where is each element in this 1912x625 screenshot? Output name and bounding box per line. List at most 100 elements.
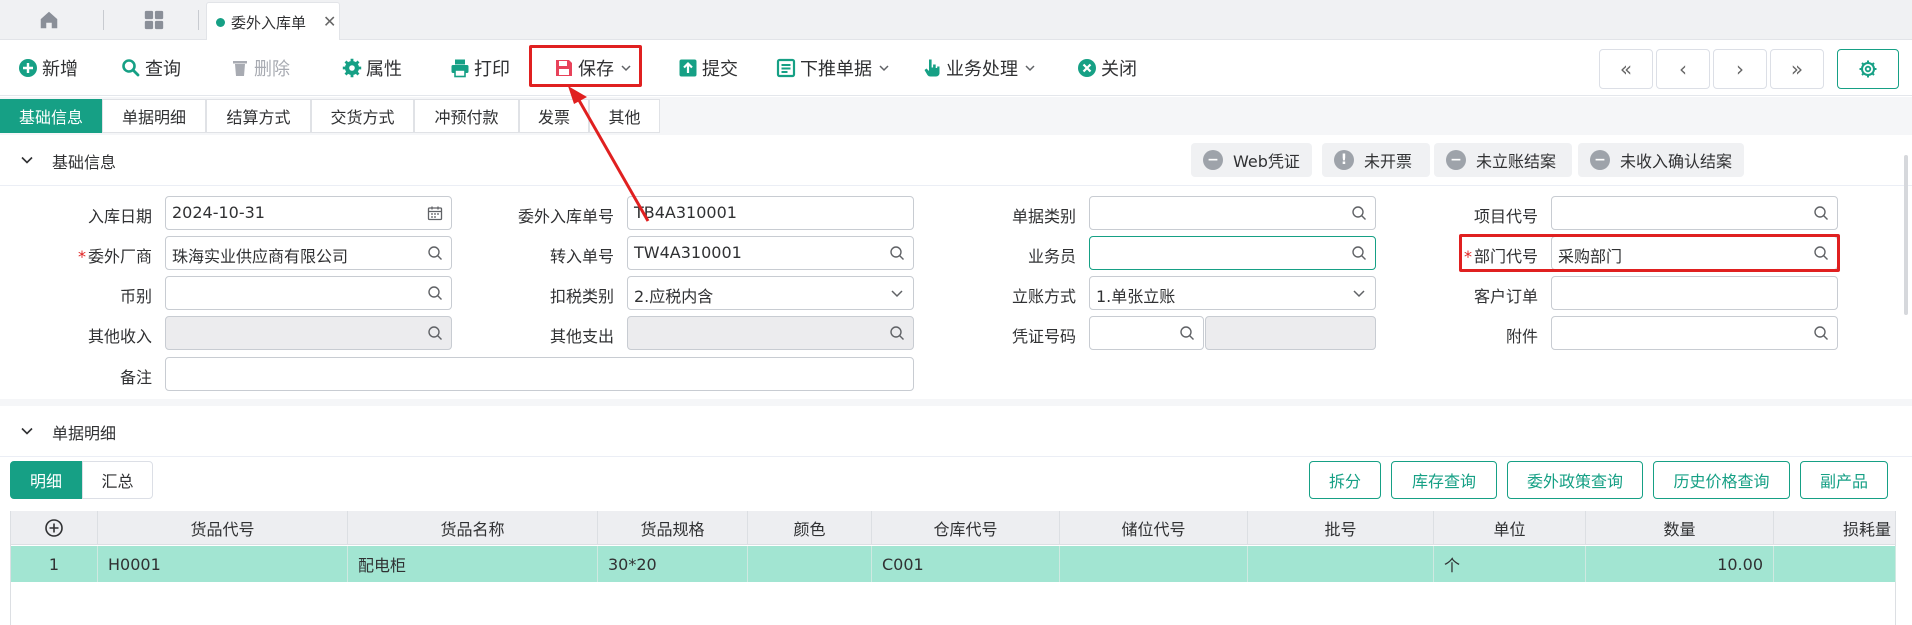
tab-basic-info[interactable]: 基础信息 bbox=[0, 99, 102, 133]
inventory-query-button[interactable]: 库存查询 bbox=[1391, 461, 1497, 499]
column-header-color[interactable]: 颜色 bbox=[748, 511, 872, 545]
query-button[interactable]: 查询 bbox=[121, 52, 181, 84]
table-cell-item-name[interactable]: 配电柜 bbox=[348, 546, 598, 582]
byproduct-button[interactable]: 副产品 bbox=[1800, 461, 1888, 499]
account-method-select[interactable]: 1.单张立账 bbox=[1089, 276, 1376, 310]
gear-icon bbox=[342, 58, 362, 78]
column-header-unit[interactable]: 单位 bbox=[1434, 511, 1586, 545]
doc-type-field[interactable] bbox=[1089, 196, 1376, 230]
status-revenue-not-confirmed[interactable]: − 未收入确认结案 bbox=[1578, 143, 1744, 177]
close-button[interactable]: 关闭 bbox=[1077, 52, 1137, 84]
column-header-item-name[interactable]: 货品名称 bbox=[348, 511, 598, 545]
print-button[interactable]: 打印 bbox=[450, 52, 510, 84]
table-cell-qty[interactable]: 10.00 bbox=[1586, 546, 1774, 582]
project-code-label: 项目代号 bbox=[1473, 207, 1538, 226]
tab-delivery[interactable]: 交货方式 bbox=[311, 99, 414, 133]
close-tab-icon[interactable]: ✕ bbox=[323, 12, 336, 31]
push-down-button[interactable]: 下推单据 bbox=[776, 52, 890, 84]
add-button[interactable]: 新增 bbox=[18, 52, 78, 84]
table-cell-warehouse[interactable]: C001 bbox=[872, 546, 1060, 582]
submit-button[interactable]: 提交 bbox=[678, 52, 738, 84]
annotation-dept-highlight bbox=[1459, 234, 1840, 272]
price-history-query-button[interactable]: 历史价格查询 bbox=[1653, 461, 1790, 499]
business-process-button[interactable]: 业务处理 bbox=[922, 52, 1036, 84]
search-icon[interactable] bbox=[1179, 325, 1195, 341]
column-header-warehouse[interactable]: 仓库代号 bbox=[872, 511, 1060, 545]
inbound-date-label: 入库日期 bbox=[87, 207, 152, 226]
next-record-button[interactable]: › bbox=[1713, 49, 1767, 89]
chevron-down-icon[interactable] bbox=[20, 424, 34, 438]
add-label: 新增 bbox=[42, 59, 78, 80]
column-header-item-code[interactable]: 货品代号 bbox=[98, 511, 348, 545]
vertical-scrollbar[interactable] bbox=[1904, 155, 1908, 315]
doc-type-label: 单据类别 bbox=[1011, 207, 1076, 226]
status-not-invoiced[interactable]: ! 未开票 bbox=[1322, 143, 1430, 177]
currency-field[interactable] bbox=[165, 276, 452, 310]
table-cell-location[interactable] bbox=[1060, 546, 1248, 582]
search-icon[interactable] bbox=[1351, 205, 1367, 221]
voucher-no-field[interactable] bbox=[1089, 316, 1204, 350]
calendar-icon[interactable] bbox=[427, 205, 443, 221]
table-cell-loss[interactable] bbox=[1774, 546, 1896, 582]
status-web-voucher[interactable]: − Web凭证 bbox=[1191, 143, 1312, 177]
column-header-location[interactable]: 储位代号 bbox=[1060, 511, 1248, 545]
transfer-no-field[interactable]: TW4A310001 bbox=[627, 236, 914, 270]
last-record-button[interactable]: » bbox=[1770, 49, 1824, 89]
properties-button[interactable]: 属性 bbox=[342, 52, 402, 84]
trash-icon bbox=[233, 61, 247, 76]
exclamation-circle-icon: ! bbox=[1334, 150, 1354, 170]
previous-record-button[interactable]: ‹ bbox=[1656, 49, 1710, 89]
salesman-field[interactable] bbox=[1089, 236, 1376, 270]
search-icon[interactable] bbox=[1813, 325, 1829, 341]
table-cell-color[interactable] bbox=[748, 546, 872, 582]
table-cell-unit[interactable]: 个 bbox=[1434, 546, 1586, 582]
tab-summary[interactable]: 汇总 bbox=[82, 461, 153, 499]
vendor-field[interactable]: 珠海实业供应商有限公司 bbox=[165, 236, 452, 270]
column-header-batch[interactable]: 批号 bbox=[1248, 511, 1434, 545]
search-icon[interactable] bbox=[1813, 205, 1829, 221]
status-label: 未立账结案 bbox=[1476, 152, 1557, 171]
table-cell-batch[interactable] bbox=[1248, 546, 1434, 582]
tab-settlement[interactable]: 结算方式 bbox=[206, 99, 311, 133]
add-row-header[interactable] bbox=[11, 511, 98, 545]
other-expense-field bbox=[627, 316, 914, 350]
search-icon[interactable] bbox=[1351, 245, 1367, 261]
tab-outsource-inbound[interactable]: 委外入库单 ✕ bbox=[206, 2, 340, 40]
tab-prepayment-offset[interactable]: 冲预付款 bbox=[414, 99, 519, 133]
plus-circle-icon[interactable] bbox=[44, 518, 64, 538]
column-header-qty[interactable]: 数量 bbox=[1586, 511, 1774, 545]
home-icon[interactable] bbox=[38, 9, 60, 31]
project-code-field[interactable] bbox=[1551, 196, 1838, 230]
chevron-down-icon[interactable] bbox=[878, 62, 890, 74]
customer-order-field[interactable] bbox=[1551, 276, 1838, 310]
tax-type-select[interactable]: 2.应税内含 bbox=[627, 276, 914, 310]
settings-button[interactable] bbox=[1837, 49, 1899, 89]
column-header-loss[interactable]: 损耗量 bbox=[1774, 511, 1896, 545]
chevron-down-icon[interactable] bbox=[1024, 62, 1036, 74]
active-dot-icon bbox=[216, 18, 225, 27]
search-icon[interactable] bbox=[427, 245, 443, 261]
delete-button[interactable]: 删除 bbox=[230, 52, 290, 84]
tab-detail[interactable]: 明细 bbox=[10, 461, 82, 499]
chevron-down-icon[interactable] bbox=[20, 153, 34, 167]
tab-doc-detail[interactable]: 单据明细 bbox=[102, 99, 206, 133]
search-icon[interactable] bbox=[889, 245, 905, 261]
remark-field[interactable] bbox=[165, 357, 914, 391]
detail-section-header[interactable]: 单据明细 bbox=[0, 407, 1912, 457]
column-header-spec[interactable]: 货品规格 bbox=[598, 511, 748, 545]
inbound-date-field[interactable]: 2024-10-31 bbox=[165, 196, 452, 230]
split-button[interactable]: 拆分 bbox=[1309, 461, 1381, 499]
order-no-field[interactable]: TB4A310001 bbox=[627, 196, 914, 230]
apps-grid-icon[interactable] bbox=[143, 9, 165, 31]
table-row-index[interactable]: 1 bbox=[11, 546, 98, 582]
table-cell-item-code[interactable]: H0001 bbox=[98, 546, 348, 582]
first-record-button[interactable]: « bbox=[1599, 49, 1653, 89]
section-divider bbox=[0, 399, 1912, 406]
status-account-not-closed[interactable]: − 未立账结案 bbox=[1434, 143, 1572, 177]
search-icon[interactable] bbox=[427, 285, 443, 301]
chevron-down-icon[interactable] bbox=[1351, 285, 1367, 301]
attachment-field[interactable] bbox=[1551, 316, 1838, 350]
outsource-policy-query-button[interactable]: 委外政策查询 bbox=[1507, 461, 1643, 499]
chevron-down-icon[interactable] bbox=[889, 285, 905, 301]
table-cell-spec[interactable]: 30*20 bbox=[598, 546, 748, 582]
